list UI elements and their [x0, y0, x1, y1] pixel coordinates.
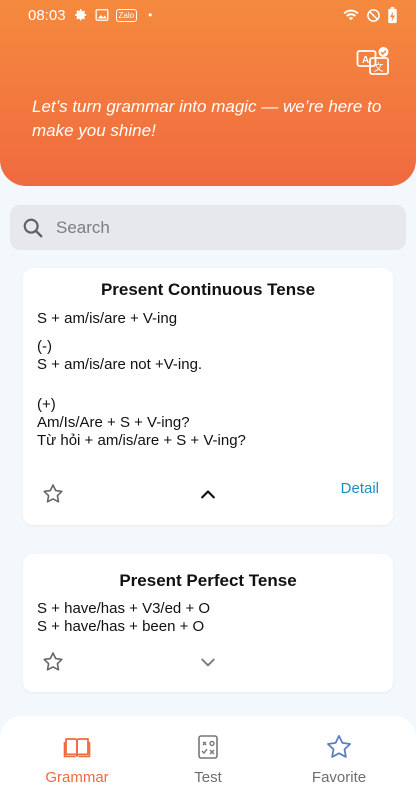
test-icon	[198, 735, 218, 759]
favorite-star-icon[interactable]	[41, 482, 65, 506]
card-formula: S + have/has + V3/ed + O S + have/has + …	[37, 600, 211, 635]
do-not-disturb-icon	[367, 8, 380, 22]
header: 08:03 Zalo • A 文 Let’s turn grammar into…	[0, 0, 416, 186]
card-formula-positive: S + am/is/are + V-ing	[37, 310, 178, 327]
status-dot: •	[148, 8, 153, 22]
status-system-icons	[342, 6, 398, 24]
status-time: 08:03	[28, 6, 66, 24]
nav-label-test: Test	[194, 769, 222, 786]
status-bar: 08:03 Zalo •	[0, 0, 416, 30]
battery-charging-icon	[388, 6, 397, 23]
search-input[interactable]	[56, 217, 376, 238]
translate-icon[interactable]: A 文	[356, 45, 390, 79]
chevron-down-icon[interactable]	[198, 652, 218, 672]
search-bar[interactable]	[10, 205, 406, 250]
star-icon	[327, 735, 351, 758]
chevron-up-icon[interactable]	[198, 484, 218, 504]
card-formula-negative: (-) S + am/is/are not +V-ing.	[37, 338, 203, 373]
settings-icon	[74, 9, 86, 21]
grammar-card-present-continuous[interactable]: Present Continuous Tense S + am/is/are +…	[23, 268, 393, 525]
header-tagline: Let’s turn grammar into magic — we’re he…	[32, 97, 382, 140]
svg-text:文: 文	[374, 61, 384, 74]
nav-item-favorite[interactable]: Favorite	[270, 716, 408, 800]
bottom-nav: Grammar Test Favorite	[0, 716, 416, 800]
zalo-icon: Zalo	[115, 8, 138, 22]
wifi-icon	[343, 9, 359, 21]
search-icon	[23, 218, 43, 237]
card-formula-question: (+) Am/Is/Are + S + V-ing? Từ hỏi + am/i…	[37, 396, 246, 449]
nav-label-favorite: Favorite	[311, 769, 367, 786]
card-title: Present Perfect Tense	[119, 571, 297, 590]
detail-link[interactable]: Detail	[341, 480, 379, 497]
status-notification-icons: Zalo •	[74, 8, 153, 22]
grammar-card-present-perfect[interactable]: Present Perfect Tense S + have/has + V3/…	[23, 554, 393, 692]
favorite-star-icon[interactable]	[41, 650, 65, 674]
nav-label-grammar: Grammar	[45, 769, 109, 786]
nav-item-test[interactable]: Test	[139, 716, 277, 800]
image-icon	[95, 9, 109, 21]
card-title: Present Continuous Tense	[100, 280, 316, 299]
book-icon	[63, 738, 91, 758]
nav-item-grammar[interactable]: Grammar	[8, 716, 146, 800]
svg-text:A: A	[362, 55, 369, 66]
